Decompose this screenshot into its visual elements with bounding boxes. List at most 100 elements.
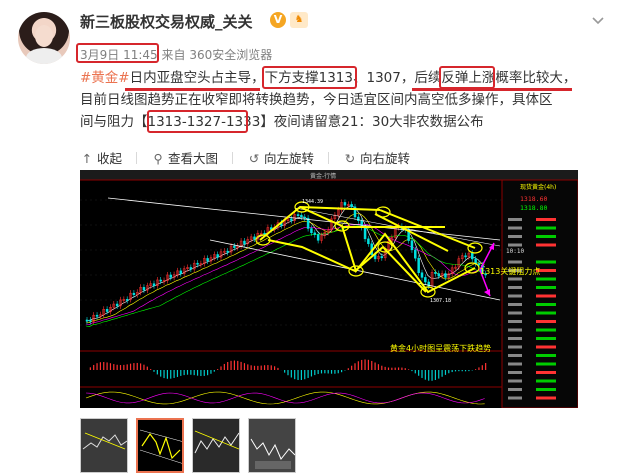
- verified-v-icon: V: [270, 12, 286, 28]
- candle-body: [196, 262, 199, 265]
- price-1: 1318.60: [520, 195, 547, 203]
- quote-cell: [508, 379, 522, 383]
- quote-cell: [536, 320, 556, 323]
- rebound-highlight-box: [439, 66, 495, 89]
- thumbnail-3[interactable]: [192, 418, 240, 473]
- image-actions: ↑ 收起 ⚲ 查看大图 ↺ 向左旋转 ↻ 向右旋转: [80, 148, 424, 166]
- avatar[interactable]: [18, 12, 70, 64]
- candle-body: [216, 254, 219, 258]
- text-seg: 间与阻力【: [80, 114, 148, 130]
- candle-body: [296, 214, 300, 216]
- quote-cell: [536, 354, 556, 357]
- divider: [328, 152, 330, 164]
- underline-rebound: [412, 88, 572, 91]
- thumbnail-4[interactable]: [248, 418, 296, 473]
- candlestick-chart: 黄金-行情 现货黄金(4h) 1318.60 1318.80 10:10 134…: [80, 170, 578, 408]
- underline-asia-session: [125, 88, 260, 91]
- candle-body: [206, 258, 209, 262]
- quote-cell: [536, 345, 556, 349]
- quote-cell: [508, 371, 522, 374]
- quote-cell: [536, 303, 556, 306]
- quote-cell: [536, 328, 556, 332]
- thumbnail-2-selected[interactable]: [136, 418, 184, 473]
- thumbnail-1[interactable]: [80, 418, 128, 473]
- quote-cell: [536, 235, 556, 238]
- key-resistance-annotation: 1313关键阻力点: [480, 266, 540, 276]
- rotate-right-button[interactable]: ↻ 向右旋转: [343, 148, 410, 167]
- quote-cell: [536, 294, 556, 298]
- quote-cell: [508, 277, 522, 281]
- candle-body: [253, 236, 256, 240]
- candle-body: [350, 204, 353, 208]
- rotate-left-label: 向左旋转: [264, 151, 315, 166]
- collapse-button[interactable]: ↑ 收起: [80, 148, 122, 167]
- magnifier-icon: ⚲: [153, 151, 163, 166]
- quote-cell: [508, 243, 522, 247]
- candle-body: [464, 255, 467, 258]
- candle-body: [85, 319, 89, 322]
- chart-caption: 黄金4小时图呈震荡下跌趋势: [390, 343, 491, 353]
- candle-body: [437, 273, 440, 277]
- quote-cell: [536, 388, 556, 391]
- candle-body: [290, 218, 293, 221]
- candle-body: [132, 292, 136, 295]
- text-seg: 后续: [414, 70, 442, 86]
- chart-header-title: 黄金-行情: [310, 172, 336, 180]
- candle-body: [410, 240, 414, 251]
- collapse-label: 收起: [97, 151, 123, 166]
- quote-cell: [508, 320, 522, 323]
- quote-cell: [508, 311, 522, 315]
- hashtag-gold[interactable]: #黄金#: [80, 70, 130, 86]
- low-price-label: 1307.18: [430, 298, 451, 304]
- text-seg: ，: [562, 70, 577, 86]
- text-seg: 、1307，: [352, 70, 415, 86]
- rotate-right-label: 向右旋转: [360, 151, 411, 166]
- candle-body: [367, 238, 370, 245]
- rotate-left-button[interactable]: ↺ 向左旋转: [247, 148, 314, 167]
- divider: [136, 152, 138, 164]
- candle-body: [303, 216, 306, 219]
- quote-cell: [508, 286, 522, 289]
- quote-cell: [508, 294, 522, 298]
- candle-body: [105, 309, 109, 312]
- view-large-button[interactable]: ⚲ 查看大图: [151, 148, 218, 167]
- candle-body: [115, 303, 119, 307]
- quote-cell: [508, 396, 522, 400]
- range-highlight-box: [147, 110, 248, 133]
- candle-body: [343, 202, 347, 206]
- quote-cell: [508, 226, 522, 230]
- candle-body: [159, 279, 162, 282]
- quote-cell: [536, 277, 556, 281]
- candle-body: [434, 272, 437, 274]
- view-large-label: 查看大图: [168, 151, 219, 166]
- candle-body: [316, 234, 320, 241]
- rotate-right-icon: ↻: [344, 151, 356, 166]
- candle-body: [414, 249, 417, 259]
- panel-title: 现货黄金(4h): [520, 183, 556, 191]
- quote-cell: [536, 260, 556, 264]
- candle-body: [420, 272, 424, 278]
- candle-body: [142, 287, 146, 291]
- chevron-down-icon[interactable]: [591, 13, 605, 27]
- divider: [232, 152, 234, 164]
- post-source[interactable]: 360安全浏览器: [189, 48, 272, 62]
- quote-cell: [508, 362, 522, 366]
- candle-body: [89, 319, 92, 322]
- rotate-left-icon: ↺: [248, 151, 260, 166]
- candle-body: [310, 228, 313, 234]
- chart-image[interactable]: 黄金-行情 现货黄金(4h) 1318.60 1318.80 10:10 134…: [80, 170, 578, 408]
- quote-cell: [536, 337, 556, 340]
- quote-cell: [536, 371, 556, 374]
- candle-body: [233, 245, 236, 248]
- text-seg: 日内亚盘空头占主导: [129, 70, 252, 86]
- member-badge-icon[interactable]: ♞: [290, 12, 308, 28]
- user-name[interactable]: 新三板股权交易权威_关关: [80, 11, 253, 32]
- candle-body: [380, 256, 384, 259]
- candle-body: [125, 299, 129, 301]
- time-highlight-box: [76, 43, 159, 63]
- quote-cell: [536, 379, 556, 383]
- quote-cell: [536, 218, 556, 221]
- avatar-face: [35, 25, 53, 47]
- quote-cell: [508, 337, 522, 340]
- candle-body: [417, 257, 420, 273]
